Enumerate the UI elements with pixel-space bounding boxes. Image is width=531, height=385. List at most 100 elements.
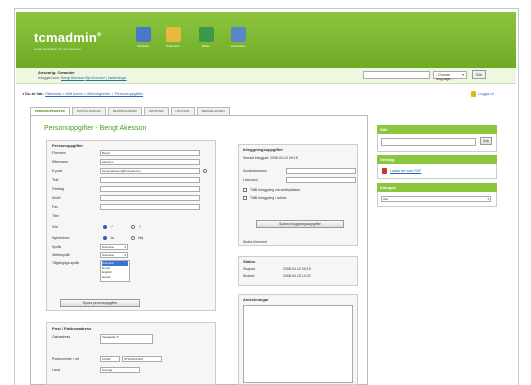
image-label[interactable]: Bilder	[193, 44, 219, 48]
status-group	[238, 256, 358, 286]
password-label: Lösenord	[243, 178, 258, 182]
chevron-down-icon: ▾	[487, 197, 489, 201]
home-icon[interactable]	[136, 27, 151, 42]
personal-title: Personuppgifter	[52, 143, 83, 148]
changed-value: 2008-04-15 10:22	[283, 274, 311, 278]
password-field[interactable]	[286, 177, 356, 183]
sidebar-search-button[interactable]: Sök	[480, 137, 492, 145]
sidebar-search-input[interactable]	[381, 138, 476, 146]
chevron-down-icon: ▾	[124, 245, 126, 249]
street-field[interactable]: Vasagatan 5	[100, 334, 153, 344]
users-icon[interactable]	[231, 27, 246, 42]
phone-field[interactable]	[100, 177, 200, 183]
email-check-icon	[203, 169, 207, 173]
created-value: 2008-04-10 09:15	[283, 267, 311, 271]
newsletter-label: Nyhetsbrev	[52, 236, 70, 240]
allow-admin-login-label: Tillåt inloggning i admin	[250, 196, 287, 200]
language-dropdown-value: Svenska	[102, 245, 114, 249]
language-select[interactable]: ▾ - Choose language -	[433, 71, 467, 81]
lastname-field[interactable]: Akesson	[100, 159, 200, 165]
mobile-field[interactable]	[100, 195, 200, 201]
tab-historik[interactable]: HISTORIK	[170, 107, 195, 115]
street-label: Gatuadress	[52, 335, 71, 339]
allow-admin-login-checkbox[interactable]	[243, 196, 247, 200]
lastname-label: Efternamn	[52, 160, 69, 164]
allow-web-login-checkbox[interactable]	[243, 188, 247, 192]
gender-female-radio[interactable]	[131, 225, 135, 229]
save-login-button[interactable]: Spara inloggningsuppgifter	[256, 220, 344, 228]
user-link[interactable]: Bengt Akesson	[61, 76, 84, 80]
username-field[interactable]	[286, 168, 356, 174]
last-login-text: Senast inloggad: 2008-04-10 09:15	[243, 156, 298, 160]
country-label: Land	[52, 368, 60, 372]
tab-personuppgifter[interactable]: PERSONUPPGIFTER	[30, 107, 70, 115]
logout-label: Logga ut	[478, 91, 494, 97]
settings-link[interactable]: Byt lösenord | Inställningar	[85, 76, 126, 80]
mobile-label: Mobil	[52, 196, 61, 200]
notes-textarea[interactable]	[243, 305, 353, 383]
back-arrow-icon[interactable]: ◂	[22, 91, 24, 96]
newsletter-no-radio[interactable]	[131, 236, 135, 240]
folder-label[interactable]: Dokument	[160, 44, 186, 48]
email-field[interactable]: bengt.akesson@hotmail.com	[100, 168, 200, 174]
web-language-dropdown[interactable]: ▾ Svenska	[100, 252, 128, 258]
changed-label: Ändrad	[243, 274, 255, 278]
language-dropdown[interactable]: ▾ Svenska	[100, 244, 128, 250]
sidebar-search-header: Sök	[377, 125, 497, 134]
home-label[interactable]: Startsida	[130, 44, 156, 48]
phone-label: Tele	[52, 178, 59, 182]
gender-male-radio[interactable]	[103, 225, 107, 229]
newsletter-yes-radio[interactable]	[103, 236, 107, 240]
change-password-link[interactable]: Ändra lösenord	[243, 240, 267, 244]
address-group	[46, 322, 216, 385]
language-label: Språk	[52, 245, 62, 249]
tab-behorigheter[interactable]: BEHÖRIGHETER	[107, 107, 142, 115]
lock-icon	[471, 91, 476, 97]
header-search-button[interactable]: Sök	[472, 70, 486, 79]
header-search-input[interactable]	[363, 71, 430, 79]
pdf-icon	[382, 168, 387, 174]
newsletter-yes-label: Ja	[110, 236, 114, 240]
breadcrumb-label: Du är här:	[25, 91, 45, 96]
tab-bar: PERSONUPPGIFTER INSTÄLLNINGAR BEHÖRIGHET…	[30, 107, 230, 115]
accessible-languages-list[interactable]: Svenska Norsk English Dansk	[100, 260, 130, 282]
username-label: Användarnamn	[243, 169, 267, 173]
save-personal-button[interactable]: Spara personuppgifter	[60, 299, 140, 307]
download-pdf-link[interactable]: Ladda ner som PDF	[390, 169, 421, 173]
logout-link[interactable]: Logga ut	[471, 91, 494, 97]
city-field[interactable]: STOCKHOLM	[122, 356, 162, 362]
created-label: Skapad	[243, 267, 255, 271]
tab-meddelanden[interactable]: MEDDELANDEN	[196, 107, 230, 115]
fax-label: Fax	[52, 205, 58, 209]
tab-installningar[interactable]: INSTÄLLNINGAR	[71, 107, 106, 115]
notes-title: Anteckningar	[243, 297, 269, 302]
app-logo[interactable]: tcmadmin®	[34, 30, 102, 45]
category-value: Alla	[383, 197, 389, 201]
category-dropdown[interactable]: ▾ Alla	[381, 196, 491, 202]
company-field[interactable]	[100, 186, 200, 192]
sidebar-category-header: Kategori	[377, 183, 497, 192]
page-title: Personuppgifter - Bengt Akesson	[44, 125, 147, 132]
tab-grupper[interactable]: GRUPPER	[143, 107, 169, 115]
accessible-languages-label: Tillgängliga språk	[52, 261, 80, 265]
male-icon: ♂	[110, 224, 114, 230]
company-label: Företag	[52, 187, 65, 191]
country-field[interactable]: Sverige	[100, 367, 140, 373]
female-icon: ♀	[138, 224, 142, 230]
users-label[interactable]: Användare	[225, 44, 251, 48]
chevron-down-icon: ▾	[124, 253, 126, 257]
web-language-label: Webbspråk	[52, 253, 70, 257]
zip-field[interactable]: 10130	[100, 356, 120, 362]
login-title: Inloggningsuppgifter	[243, 147, 283, 152]
breadcrumb-path[interactable]: Startsida > Mitt konto > Behörigheter > …	[45, 91, 143, 96]
firstname-label: Förnamn	[52, 151, 67, 155]
image-icon[interactable]	[199, 27, 214, 42]
list-item[interactable]: Dansk	[102, 275, 128, 280]
folder-icon[interactable]	[166, 27, 181, 42]
chevron-down-icon: ▾	[462, 73, 464, 77]
logo-text: tcmadmin	[34, 30, 98, 45]
language-value: - Choose language -	[436, 73, 453, 81]
firstname-field[interactable]: Bengt	[100, 150, 200, 156]
zip-label: Postnummer / ort	[52, 357, 79, 361]
fax-field[interactable]	[100, 204, 200, 210]
